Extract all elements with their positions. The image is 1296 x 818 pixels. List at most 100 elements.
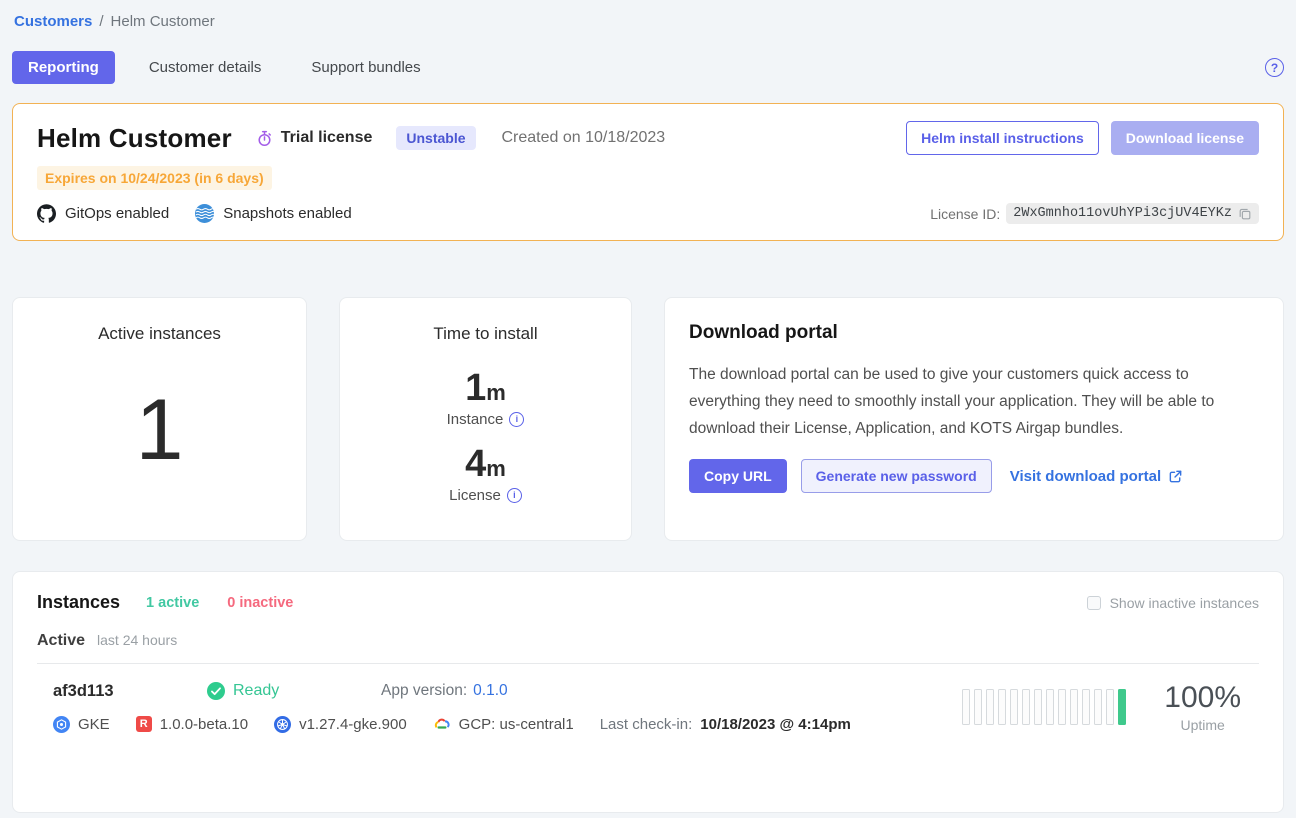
uptime-stat: 100% Uptime [1164, 681, 1241, 733]
license-id-label: License ID: [930, 206, 1000, 222]
instance-id: af3d113 [53, 682, 207, 701]
kubernetes-icon [274, 716, 291, 733]
instance-status: Ready [207, 682, 333, 700]
instance-time-unit: m [486, 380, 506, 405]
tab-support-bundles[interactable]: Support bundles [295, 51, 436, 84]
breadcrumb-customers-link[interactable]: Customers [14, 13, 92, 30]
github-icon [37, 204, 56, 223]
expires-badge: Expires on 10/24/2023 (in 6 days) [37, 166, 272, 190]
uptime-bar [986, 689, 994, 725]
app-version-group: App version: 0.1.0 [381, 682, 508, 700]
visit-download-portal-link[interactable]: Visit download portal [1010, 468, 1183, 485]
help-icon[interactable] [1265, 58, 1284, 77]
tab-bar: Reporting Customer details Support bundl… [12, 51, 1284, 84]
instances-panel: Instances 1 active 0 inactive Show inact… [12, 571, 1284, 813]
tab-reporting[interactable]: Reporting [12, 51, 115, 84]
uptime-bars [962, 689, 1126, 725]
snapshots-label: Snapshots enabled [223, 205, 351, 222]
download-license-button[interactable]: Download license [1111, 121, 1259, 155]
customer-reporting-page: Customers / Helm Customer Reporting Cust… [0, 0, 1296, 818]
gke-icon [53, 716, 70, 733]
time-to-install-card: Time to install 1m Instance 4m License [339, 297, 632, 541]
uptime-bar [1094, 689, 1102, 725]
active-group-range: last 24 hours [97, 632, 177, 648]
customer-summary-card: Helm Customer Trial license Unstable Cre… [12, 103, 1284, 241]
active-instances-card: Active instances 1 [12, 297, 307, 541]
cloud-label: GCP: us-central1 [459, 716, 574, 733]
channel-badge: Unstable [396, 126, 475, 150]
app-version-label: App version: [381, 682, 467, 700]
active-instances-title: Active instances [98, 324, 221, 344]
helm-install-instructions-button[interactable]: Helm install instructions [906, 121, 1099, 155]
uptime-label: Uptime [1164, 717, 1241, 733]
license-time-label: License [449, 487, 501, 504]
license-id-group: License ID: 2WxGmnho11ovUhYPi3cjUV4EYKz [930, 203, 1259, 224]
k8s-version-label: v1.27.4-gke.900 [299, 716, 407, 733]
uptime-bar [1070, 689, 1078, 725]
distribution-item: GKE [53, 716, 110, 733]
breadcrumb-current: Helm Customer [111, 13, 215, 30]
download-portal-description: The download portal can be used to give … [689, 361, 1254, 442]
uptime-value: 100% [1164, 681, 1241, 715]
app-version-link[interactable]: 0.1.0 [473, 682, 507, 700]
snapshots-feature: Snapshots enabled [195, 204, 351, 223]
uptime-bar [998, 689, 1006, 725]
distribution-label: GKE [78, 716, 110, 733]
license-type-label: Trial license [281, 129, 373, 147]
cloud-item: GCP: us-central1 [433, 716, 574, 733]
tab-customer-details[interactable]: Customer details [133, 51, 278, 84]
last-checkin-label: Last check-in: [600, 716, 693, 733]
instance-row[interactable]: af3d113 Ready App version: 0.1.0 [37, 664, 1259, 733]
customer-title: Helm Customer [37, 123, 232, 154]
inactive-count: 0 inactive [227, 595, 293, 611]
replicated-icon [136, 716, 152, 732]
uptime-bar [1082, 689, 1090, 725]
instance-install-time: 1m Instance [447, 368, 525, 428]
visit-download-portal-label: Visit download portal [1010, 468, 1161, 485]
instance-status-label: Ready [233, 682, 279, 700]
check-circle-icon [207, 682, 225, 700]
metric-cards-row: Active instances 1 Time to install 1m In… [12, 297, 1284, 541]
active-group-label: Active [37, 632, 85, 650]
instance-time-label: Instance [447, 411, 504, 428]
trial-timer-icon [256, 130, 273, 147]
k8s-version-item: v1.27.4-gke.900 [274, 716, 407, 733]
gitops-label: GitOps enabled [65, 205, 169, 222]
uptime-bar [974, 689, 982, 725]
instances-title: Instances [37, 592, 120, 613]
license-time-unit: m [486, 456, 506, 481]
show-inactive-label: Show inactive instances [1110, 595, 1259, 611]
license-type: Trial license [256, 129, 373, 147]
uptime-bar [1010, 689, 1018, 725]
uptime-bar [1022, 689, 1030, 725]
external-link-icon [1168, 469, 1183, 484]
show-inactive-checkbox[interactable] [1087, 596, 1101, 610]
uptime-bar [1046, 689, 1054, 725]
generate-new-password-button[interactable]: Generate new password [801, 459, 992, 493]
license-id-chip: 2WxGmnho11ovUhYPi3cjUV4EYKz [1006, 203, 1259, 224]
active-count: 1 active [146, 595, 199, 611]
uptime-bar [1118, 689, 1126, 725]
breadcrumb: Customers / Helm Customer [14, 0, 1284, 30]
time-to-install-title: Time to install [433, 324, 537, 344]
license-install-time: 4m License [449, 444, 522, 504]
uptime-bar [1034, 689, 1042, 725]
uptime-bar [1058, 689, 1066, 725]
license-time-value: 4 [465, 443, 486, 485]
copy-icon[interactable] [1238, 207, 1252, 221]
uptime-bar [1106, 689, 1114, 725]
copy-url-button[interactable]: Copy URL [689, 459, 787, 493]
uptime-bar [962, 689, 970, 725]
created-date: Created on 10/18/2023 [502, 129, 666, 147]
instance-time-value: 1 [465, 367, 486, 409]
breadcrumb-separator: / [99, 13, 103, 30]
gcp-icon [433, 717, 451, 731]
download-portal-title: Download portal [689, 322, 1259, 344]
info-icon[interactable] [509, 412, 524, 427]
snapshots-icon [195, 204, 214, 223]
license-id-value: 2WxGmnho11ovUhYPi3cjUV4EYKz [1013, 206, 1232, 221]
gitops-feature: GitOps enabled [37, 204, 169, 223]
info-icon[interactable] [507, 488, 522, 503]
show-inactive-toggle[interactable]: Show inactive instances [1087, 595, 1259, 611]
last-checkin-value: 10/18/2023 @ 4:14pm [700, 716, 851, 733]
